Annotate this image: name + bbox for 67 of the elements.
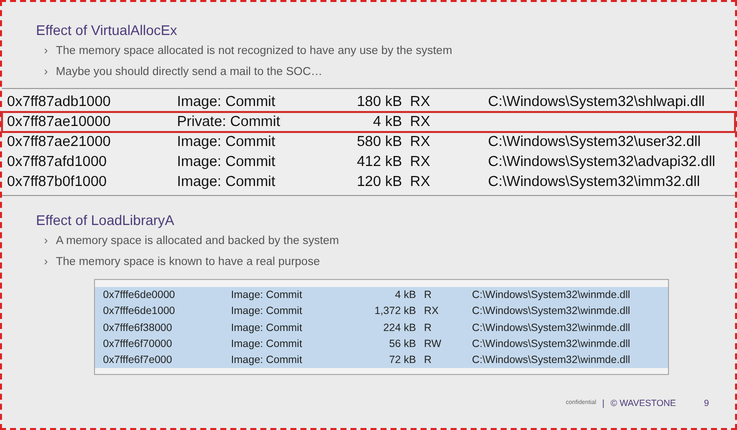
path-cell-text: C:\Windows\System32\user32.dll (488, 132, 702, 152)
protection-cell-text: R (424, 288, 433, 303)
size-cell-text: 1,372 kB (374, 304, 417, 320)
path-cell-text: C:\Windows\System32\winmde.dll (472, 336, 632, 352)
protection-cell-text: RX (410, 132, 432, 152)
address-cell-text: 0x7fffe6de1000 (103, 304, 176, 320)
address-cell-text: 0x7fffe6f70000 (103, 336, 174, 352)
type-cell-text: Image: Commit (231, 320, 304, 336)
protection-cell-text: RX (410, 112, 432, 132)
bullet-marker: › (44, 254, 48, 270)
address-cell-text: 0x7ff87adb1000 (7, 92, 112, 112)
size-cell-text: 580 kB (356, 132, 403, 152)
type-cell-text: Image: Commit (177, 132, 276, 152)
address-cell-text: 0x7fffe6de0000 (103, 288, 176, 303)
address-cell-text: 0x7ff87afd1000 (7, 152, 108, 172)
footer-separator: | (602, 396, 604, 410)
type-cell-text: Image: Commit (231, 304, 304, 320)
section-title: Effect of LoadLibraryA (36, 210, 176, 230)
size-cell-text: 224 kB (382, 320, 417, 336)
address-cell-text: 0x7ff87ae10000 (7, 112, 112, 132)
type-cell-text: Image: Commit (231, 288, 304, 303)
protection-cell-text: R (424, 320, 433, 336)
protection-cell-text: RX (424, 304, 440, 320)
brand-text: © WAVESTONE (610, 396, 676, 410)
selected-row[interactable]: 0x7fffe6de0000 Image: Commit 4 kB R C:\Windows\System32\winmde.dll (95, 287, 668, 304)
protection-cell-text: RX (410, 92, 432, 112)
size-cell-text: 120 kB (356, 172, 403, 192)
protection-cell-text: RX (410, 172, 432, 192)
path-cell-text: C:\Windows\System32\advapi32.dll (488, 152, 716, 172)
type-cell-text: Image: Commit (231, 336, 304, 352)
selected-row[interactable]: 0x7fffe6f70000 Image: Commit 56 kB RW C:\Windows\System32\winmde.dll (95, 336, 668, 352)
selected-row[interactable]: 0x7fffe6f38000 Image: Commit 224 kB R C:\Windows\System32\winmde.dll (95, 320, 668, 336)
selected-row[interactable]: 0x7fffe6f7e000 Image: Commit 72 kB R C:\Windows\System32\winmde.dll (95, 352, 668, 368)
bullet-marker: › (44, 44, 48, 59)
path-cell-text: C:\Windows\System32\winmde.dll (472, 288, 632, 303)
size-cell-text: 4 kB (394, 288, 417, 303)
protection-cell-text: RW (424, 336, 442, 352)
address-cell-text: 0x7ff87ae21000 (7, 132, 112, 152)
path-cell-text: C:\Windows\System32\winmde.dll (472, 353, 632, 368)
protection-cell-text: RX (410, 152, 432, 172)
section-title: Effect of VirtualAllocEx (36, 21, 178, 40)
page-number: 9 (704, 396, 709, 410)
bullet-text: Maybe you should directly send a mail to the SOC… (56, 65, 322, 80)
selected-row[interactable]: 0x7fffe6de1000 Image: Commit 1,372 kB RX C:\Windows\System32\winmde.dll (95, 303, 668, 320)
type-cell-text: Image: Commit (177, 152, 276, 172)
address-cell-text: 0x7fffe6f38000 (103, 320, 174, 336)
protection-cell-text: R (424, 353, 433, 368)
type-cell-text: Image: Commit (177, 172, 276, 192)
path-cell-text: C:\Windows\System32\winmde.dll (472, 304, 632, 320)
bullet-marker: › (44, 234, 48, 248)
path-cell-text: C:\Windows\System32\shlwapi.dll (488, 92, 706, 112)
type-cell-text: Image: Commit (177, 92, 276, 112)
type-cell-text: Image: Commit (231, 353, 304, 368)
path-cell-text: C:\Windows\System32\winmde.dll (472, 320, 632, 336)
bullet-text: The memory space allocated is not recognized to have any use by the system (56, 44, 452, 59)
size-cell-text: 412 kB (356, 152, 403, 172)
size-cell-text: 4 kB (372, 112, 403, 132)
address-cell-text: 0x7ff87b0f1000 (7, 172, 108, 192)
size-cell-text: 180 kB (356, 92, 403, 112)
address-cell-text: 0x7fffe6f7e000 (103, 353, 174, 368)
size-cell-text: 72 kB (388, 353, 417, 368)
bullet-text: A memory space is allocated and backed by the system (56, 234, 340, 248)
type-cell-text: Private: Commit (177, 112, 282, 132)
bullet-text: The memory space is known to have a real purpose (56, 254, 320, 270)
path-cell-text: C:\Windows\System32\imm32.dll (488, 172, 701, 192)
bullet-marker: › (44, 65, 48, 80)
size-cell-text: 56 kB (388, 336, 417, 352)
